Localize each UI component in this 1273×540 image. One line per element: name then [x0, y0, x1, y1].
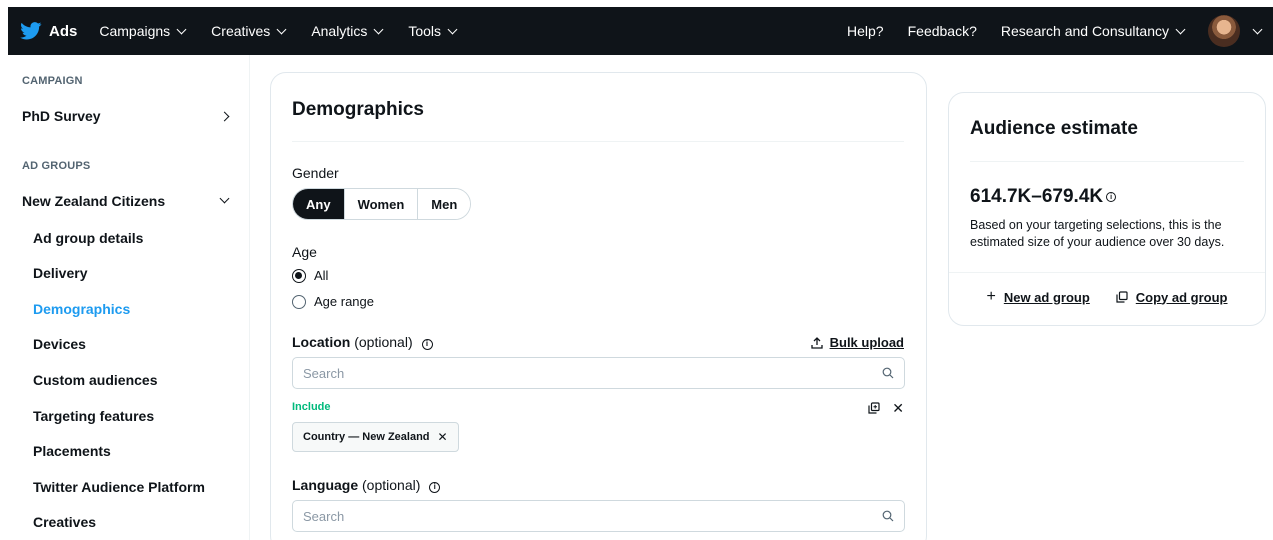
nav-right: Help? Feedback? Research and Consultancy [847, 7, 1273, 55]
ad-group-name: New Zealand Citizens [22, 193, 166, 209]
demographics-card: Demographics Gender Any Women Men Age Al… [270, 72, 927, 540]
account-name: Research and Consultancy [1000, 23, 1169, 39]
location-search-input[interactable]: Search [292, 357, 905, 389]
radio-selected-icon [292, 268, 306, 283]
chevron-down-icon [276, 24, 287, 34]
include-actions: ✕ [868, 401, 904, 415]
copy-icon [1116, 291, 1128, 303]
divider [292, 141, 904, 142]
bulk-upload-label: Bulk upload [829, 335, 904, 350]
chevron-down-icon [219, 193, 230, 204]
chevron-down-icon [373, 24, 384, 34]
sidebar-item-custom-audiences[interactable]: Custom audiences [33, 372, 157, 388]
location-chip: Country — New Zealand ✕ [292, 422, 459, 452]
page-title: Demographics [292, 99, 424, 120]
gender-men-button[interactable]: Men [418, 189, 471, 219]
divider [970, 161, 1244, 162]
audience-actions: + New ad group Copy ad group [949, 289, 1265, 305]
top-navigation-bar: Ads Campaigns Creatives Analytics Tools … [8, 7, 1273, 55]
ad-groups-section-label: AD GROUPS [22, 160, 91, 172]
sidebar-item-devices[interactable]: Devices [33, 336, 86, 352]
audience-range-value: 614.7K–679.4K [970, 186, 1104, 207]
sidebar-item-demographics[interactable]: Demographics [33, 301, 130, 317]
audience-range: 614.7K–679.4K i [970, 186, 1117, 208]
nav-creatives[interactable]: Creatives [211, 23, 287, 39]
info-icon[interactable]: i [421, 338, 433, 350]
copy-icon[interactable] [868, 402, 880, 414]
sidebar-item-creatives[interactable]: Creatives [33, 514, 96, 530]
include-label: Include [292, 401, 331, 413]
audience-estimate-card: Audience estimate 614.7K–679.4K i Based … [948, 92, 1266, 326]
audience-estimate-title: Audience estimate [970, 118, 1138, 139]
campaign-name: PhD Survey [22, 108, 101, 124]
nav-tools-label: Tools [408, 23, 442, 39]
account-switcher[interactable]: Research and Consultancy [1000, 23, 1186, 39]
brand[interactable]: Ads [20, 22, 77, 40]
main-nav: Campaigns Creatives Analytics Tools [99, 23, 482, 39]
new-ad-group-button[interactable]: + New ad group [986, 289, 1089, 305]
nav-tools[interactable]: Tools [408, 23, 458, 39]
sidebar-item-ad-group-details[interactable]: Ad group details [33, 230, 143, 246]
campaign-section-label: CAMPAIGN [22, 75, 83, 87]
chevron-down-icon [1175, 24, 1186, 34]
age-all-radio[interactable]: All [292, 268, 328, 283]
gender-any-button[interactable]: Any [293, 189, 345, 219]
feedback-link[interactable]: Feedback? [908, 23, 977, 39]
upload-icon [810, 336, 823, 349]
chevron-down-icon [176, 24, 187, 34]
language-label-text: Language [292, 477, 359, 493]
sidebar-item-delivery[interactable]: Delivery [33, 265, 87, 281]
sidebar-item-twitter-audience-platform[interactable]: Twitter Audience Platform [33, 479, 205, 495]
gender-women-button[interactable]: Women [344, 189, 419, 219]
close-icon[interactable]: ✕ [438, 430, 448, 444]
sidebar-item-placements[interactable]: Placements [33, 443, 111, 459]
close-icon[interactable]: ✕ [892, 401, 904, 415]
gender-label: Gender [292, 165, 339, 181]
sidebar: CAMPAIGN PhD Survey AD GROUPS New Zealan… [8, 55, 250, 540]
copy-ad-group-label: Copy ad group [1135, 289, 1228, 305]
bulk-upload-button[interactable]: Bulk upload [810, 335, 904, 350]
location-search-placeholder: Search [303, 365, 345, 381]
avatar [1208, 15, 1240, 47]
search-icon [882, 367, 894, 379]
chevron-down-icon [1252, 24, 1263, 34]
nav-campaigns-label: Campaigns [99, 23, 171, 39]
nav-campaigns[interactable]: Campaigns [99, 23, 187, 39]
info-icon[interactable]: i [429, 481, 441, 493]
sidebar-ad-group-item[interactable]: New Zealand Citizens [22, 193, 232, 209]
location-label-text: Location [292, 334, 351, 350]
age-range-radio[interactable]: Age range [292, 294, 374, 309]
info-icon[interactable]: i [1106, 192, 1117, 202]
language-label: Language (optional) i [292, 477, 441, 493]
twitter-bird-icon [20, 22, 42, 40]
copy-ad-group-button[interactable]: Copy ad group [1116, 289, 1228, 305]
plus-icon: + [986, 288, 996, 305]
age-all-label: All [314, 268, 329, 283]
gender-segmented-control: Any Women Men [292, 188, 472, 220]
nav-creatives-label: Creatives [211, 23, 271, 39]
sidebar-campaign-item[interactable]: PhD Survey [22, 108, 232, 124]
location-label: Location (optional) i [292, 334, 433, 350]
nav-analytics-label: Analytics [311, 23, 368, 39]
language-search-input[interactable]: Search [292, 500, 905, 532]
help-link[interactable]: Help? [847, 23, 884, 39]
age-label: Age [292, 244, 317, 260]
language-search-placeholder: Search [303, 508, 345, 524]
divider [949, 272, 1265, 273]
sidebar-item-targeting-features[interactable]: Targeting features [33, 408, 154, 424]
audience-description: Based on your targeting selections, this… [970, 218, 1225, 249]
age-range-label: Age range [314, 294, 374, 309]
location-optional: (optional) [354, 334, 413, 350]
profile-menu[interactable] [1208, 15, 1263, 47]
brand-label: Ads [49, 22, 78, 40]
language-optional: (optional) [362, 477, 421, 493]
location-chip-label: Country — New Zealand [303, 431, 430, 443]
chevron-down-icon [447, 24, 458, 34]
radio-unselected-icon [292, 294, 306, 309]
chevron-right-icon [219, 111, 230, 121]
new-ad-group-label: New ad group [1003, 289, 1090, 305]
nav-analytics[interactable]: Analytics [311, 23, 384, 39]
search-icon [882, 510, 894, 522]
